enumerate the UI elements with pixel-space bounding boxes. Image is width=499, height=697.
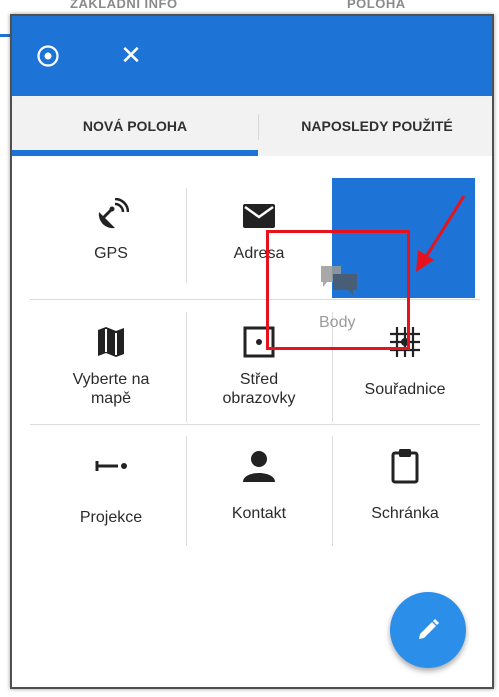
grid-item-pick-on-map[interactable]: Vyberte na mapě <box>36 322 186 408</box>
edit-fab-button[interactable] <box>390 592 466 668</box>
projection-icon <box>91 446 131 486</box>
annotation-highlight-box <box>266 230 410 350</box>
grid-item-label: Vyberte na mapě <box>73 370 150 408</box>
tab-selected-indicator <box>12 150 258 156</box>
contact-icon <box>239 446 279 486</box>
grid-item-label-line: obrazovky <box>222 390 296 407</box>
grid-item-label: GPS <box>94 245 128 262</box>
grid-item-label: Projekce <box>79 509 143 526</box>
annotation-arrow-icon <box>416 195 466 272</box>
satellite-dish-icon <box>91 196 131 236</box>
tab-recently-used[interactable]: NAPOSLEDY POUŽITÉ <box>258 96 492 156</box>
grid-item-label-line: Střed <box>239 371 279 388</box>
background-screen: ZÁKLADNÍ INFO POLOHA <box>0 0 499 14</box>
tab-divider <box>258 114 259 140</box>
new-location-dialog: ✕ NOVÁ POLOHA NAPOSLEDY POUŽITÉ GPS Adre… <box>10 14 494 689</box>
grid-item-label: Souřadnice <box>364 381 446 398</box>
grid-item-label: Kontakt <box>231 505 287 522</box>
grid-item-label-line: Vyberte na <box>72 371 150 388</box>
grid-item-label: Střed obrazovky <box>223 370 296 408</box>
grid-item-contact[interactable]: Kontakt <box>184 446 334 523</box>
map-icon <box>91 322 131 362</box>
background-tab-basic-info: ZÁKLADNÍ INFO <box>70 0 178 11</box>
clipboard-icon <box>385 446 425 486</box>
grid-divider <box>30 424 480 425</box>
grid-item-clipboard[interactable]: Schránka <box>330 446 480 523</box>
dialog-app-bar: ✕ <box>12 16 492 96</box>
grid-item-label-line: mapě <box>90 390 131 407</box>
grid-item-projection[interactable]: Projekce <box>36 446 186 527</box>
pencil-icon <box>419 618 440 639</box>
tab-bar: NOVÁ POLOHA NAPOSLEDY POUŽITÉ <box>12 96 492 156</box>
grid-item-gps[interactable]: GPS <box>36 196 186 263</box>
background-tab-location: POLOHA <box>347 0 406 11</box>
tab-new-location[interactable]: NOVÁ POLOHA <box>12 96 258 156</box>
grid-item-label: Schránka <box>371 505 439 522</box>
grid-divider <box>30 299 480 300</box>
target-icon[interactable] <box>36 44 60 68</box>
close-icon[interactable]: ✕ <box>116 40 146 70</box>
